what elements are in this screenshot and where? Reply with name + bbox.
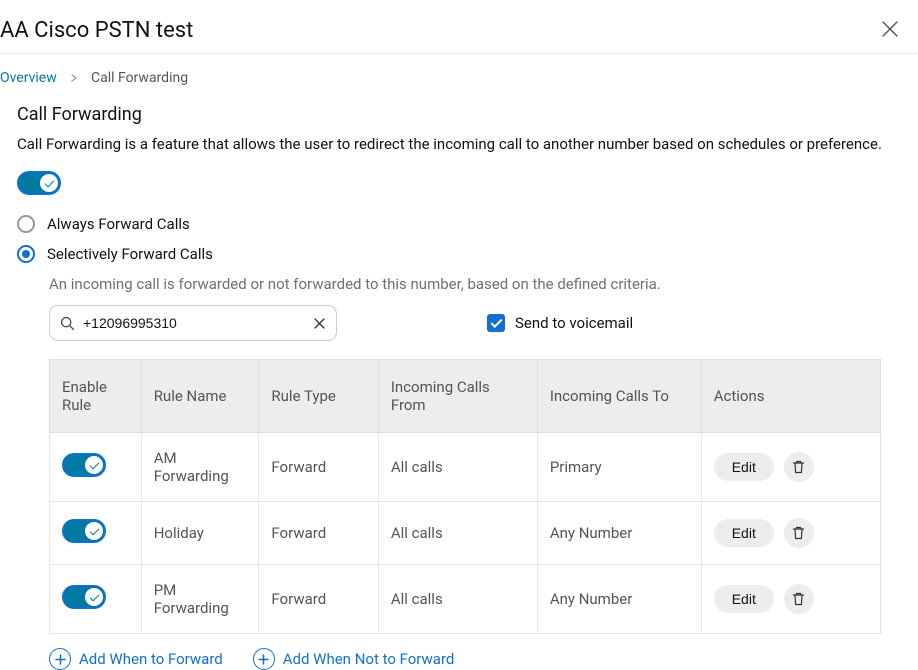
page-title: AA Cisco PSTN test xyxy=(0,18,193,43)
th-enable: Enable Rule xyxy=(50,360,142,433)
phone-number-input[interactable] xyxy=(83,315,305,331)
send-to-voicemail-checkbox[interactable] xyxy=(487,314,505,332)
selectively-forward-label[interactable]: Selectively Forward Calls xyxy=(47,245,213,263)
rule-name: Holiday xyxy=(141,502,259,565)
edit-button[interactable]: Edit xyxy=(714,585,774,613)
th-to: Incoming Calls To xyxy=(537,360,701,433)
delete-button[interactable] xyxy=(784,584,814,614)
chevron-right-icon xyxy=(70,72,81,85)
rule-from: All calls xyxy=(378,502,537,565)
call-forwarding-toggle[interactable] xyxy=(17,171,61,195)
rule-toggle[interactable] xyxy=(62,453,106,477)
add-when-to-forward-button[interactable]: Add When to Forward xyxy=(49,648,223,670)
rule-from: All calls xyxy=(378,565,537,634)
rule-toggle[interactable] xyxy=(62,519,106,543)
breadcrumb-overview-link[interactable]: Overview xyxy=(0,70,57,86)
section-title: Call Forwarding xyxy=(17,104,918,125)
rule-toggle[interactable] xyxy=(62,585,106,609)
rule-from: All calls xyxy=(378,433,537,502)
search-icon xyxy=(60,316,75,331)
delete-button[interactable] xyxy=(784,518,814,548)
rule-name: PM Forwarding xyxy=(141,565,259,634)
table-row: AM Forwarding Forward All calls Primary … xyxy=(50,433,881,502)
table-row: PM Forwarding Forward All calls Any Numb… xyxy=(50,565,881,634)
trash-icon xyxy=(792,460,805,474)
rule-type: Forward xyxy=(259,433,378,502)
send-to-voicemail-label[interactable]: Send to voicemail xyxy=(515,314,633,332)
section-description: Call Forwarding is a feature that allows… xyxy=(17,135,918,153)
clear-input-button[interactable] xyxy=(313,317,326,330)
selectively-forward-radio[interactable] xyxy=(17,245,35,263)
breadcrumb-current: Call Forwarding xyxy=(91,70,188,86)
rule-name: AM Forwarding xyxy=(141,433,259,502)
add-when-not-label: Add When Not to Forward xyxy=(283,650,455,668)
rule-to: Any Number xyxy=(537,502,701,565)
rule-type: Forward xyxy=(259,502,378,565)
breadcrumb: Overview Call Forwarding xyxy=(0,54,918,104)
table-row: Holiday Forward All calls Any Number Edi… xyxy=(50,502,881,565)
rule-type: Forward xyxy=(259,565,378,634)
selective-description: An incoming call is forwarded or not for… xyxy=(49,275,918,293)
phone-number-input-wrapper xyxy=(49,305,337,341)
th-name: Rule Name xyxy=(141,360,259,433)
add-when-label: Add When to Forward xyxy=(79,650,223,668)
rule-to: Any Number xyxy=(537,565,701,634)
plus-circle-icon xyxy=(49,648,71,670)
add-when-not-to-forward-button[interactable]: Add When Not to Forward xyxy=(253,648,455,670)
trash-icon xyxy=(792,592,805,606)
delete-button[interactable] xyxy=(784,452,814,482)
x-icon xyxy=(313,317,326,330)
rules-table: Enable Rule Rule Name Rule Type Incoming… xyxy=(49,359,881,634)
close-icon xyxy=(881,20,899,38)
th-actions: Actions xyxy=(701,360,880,433)
close-button[interactable] xyxy=(879,18,901,40)
edit-button[interactable]: Edit xyxy=(714,453,774,481)
th-type: Rule Type xyxy=(259,360,378,433)
th-from: Incoming Calls From xyxy=(378,360,537,433)
always-forward-radio[interactable] xyxy=(17,215,35,233)
edit-button[interactable]: Edit xyxy=(714,519,774,547)
rule-to: Primary xyxy=(537,433,701,502)
plus-circle-icon xyxy=(253,648,275,670)
trash-icon xyxy=(792,526,805,540)
always-forward-label[interactable]: Always Forward Calls xyxy=(47,215,190,233)
